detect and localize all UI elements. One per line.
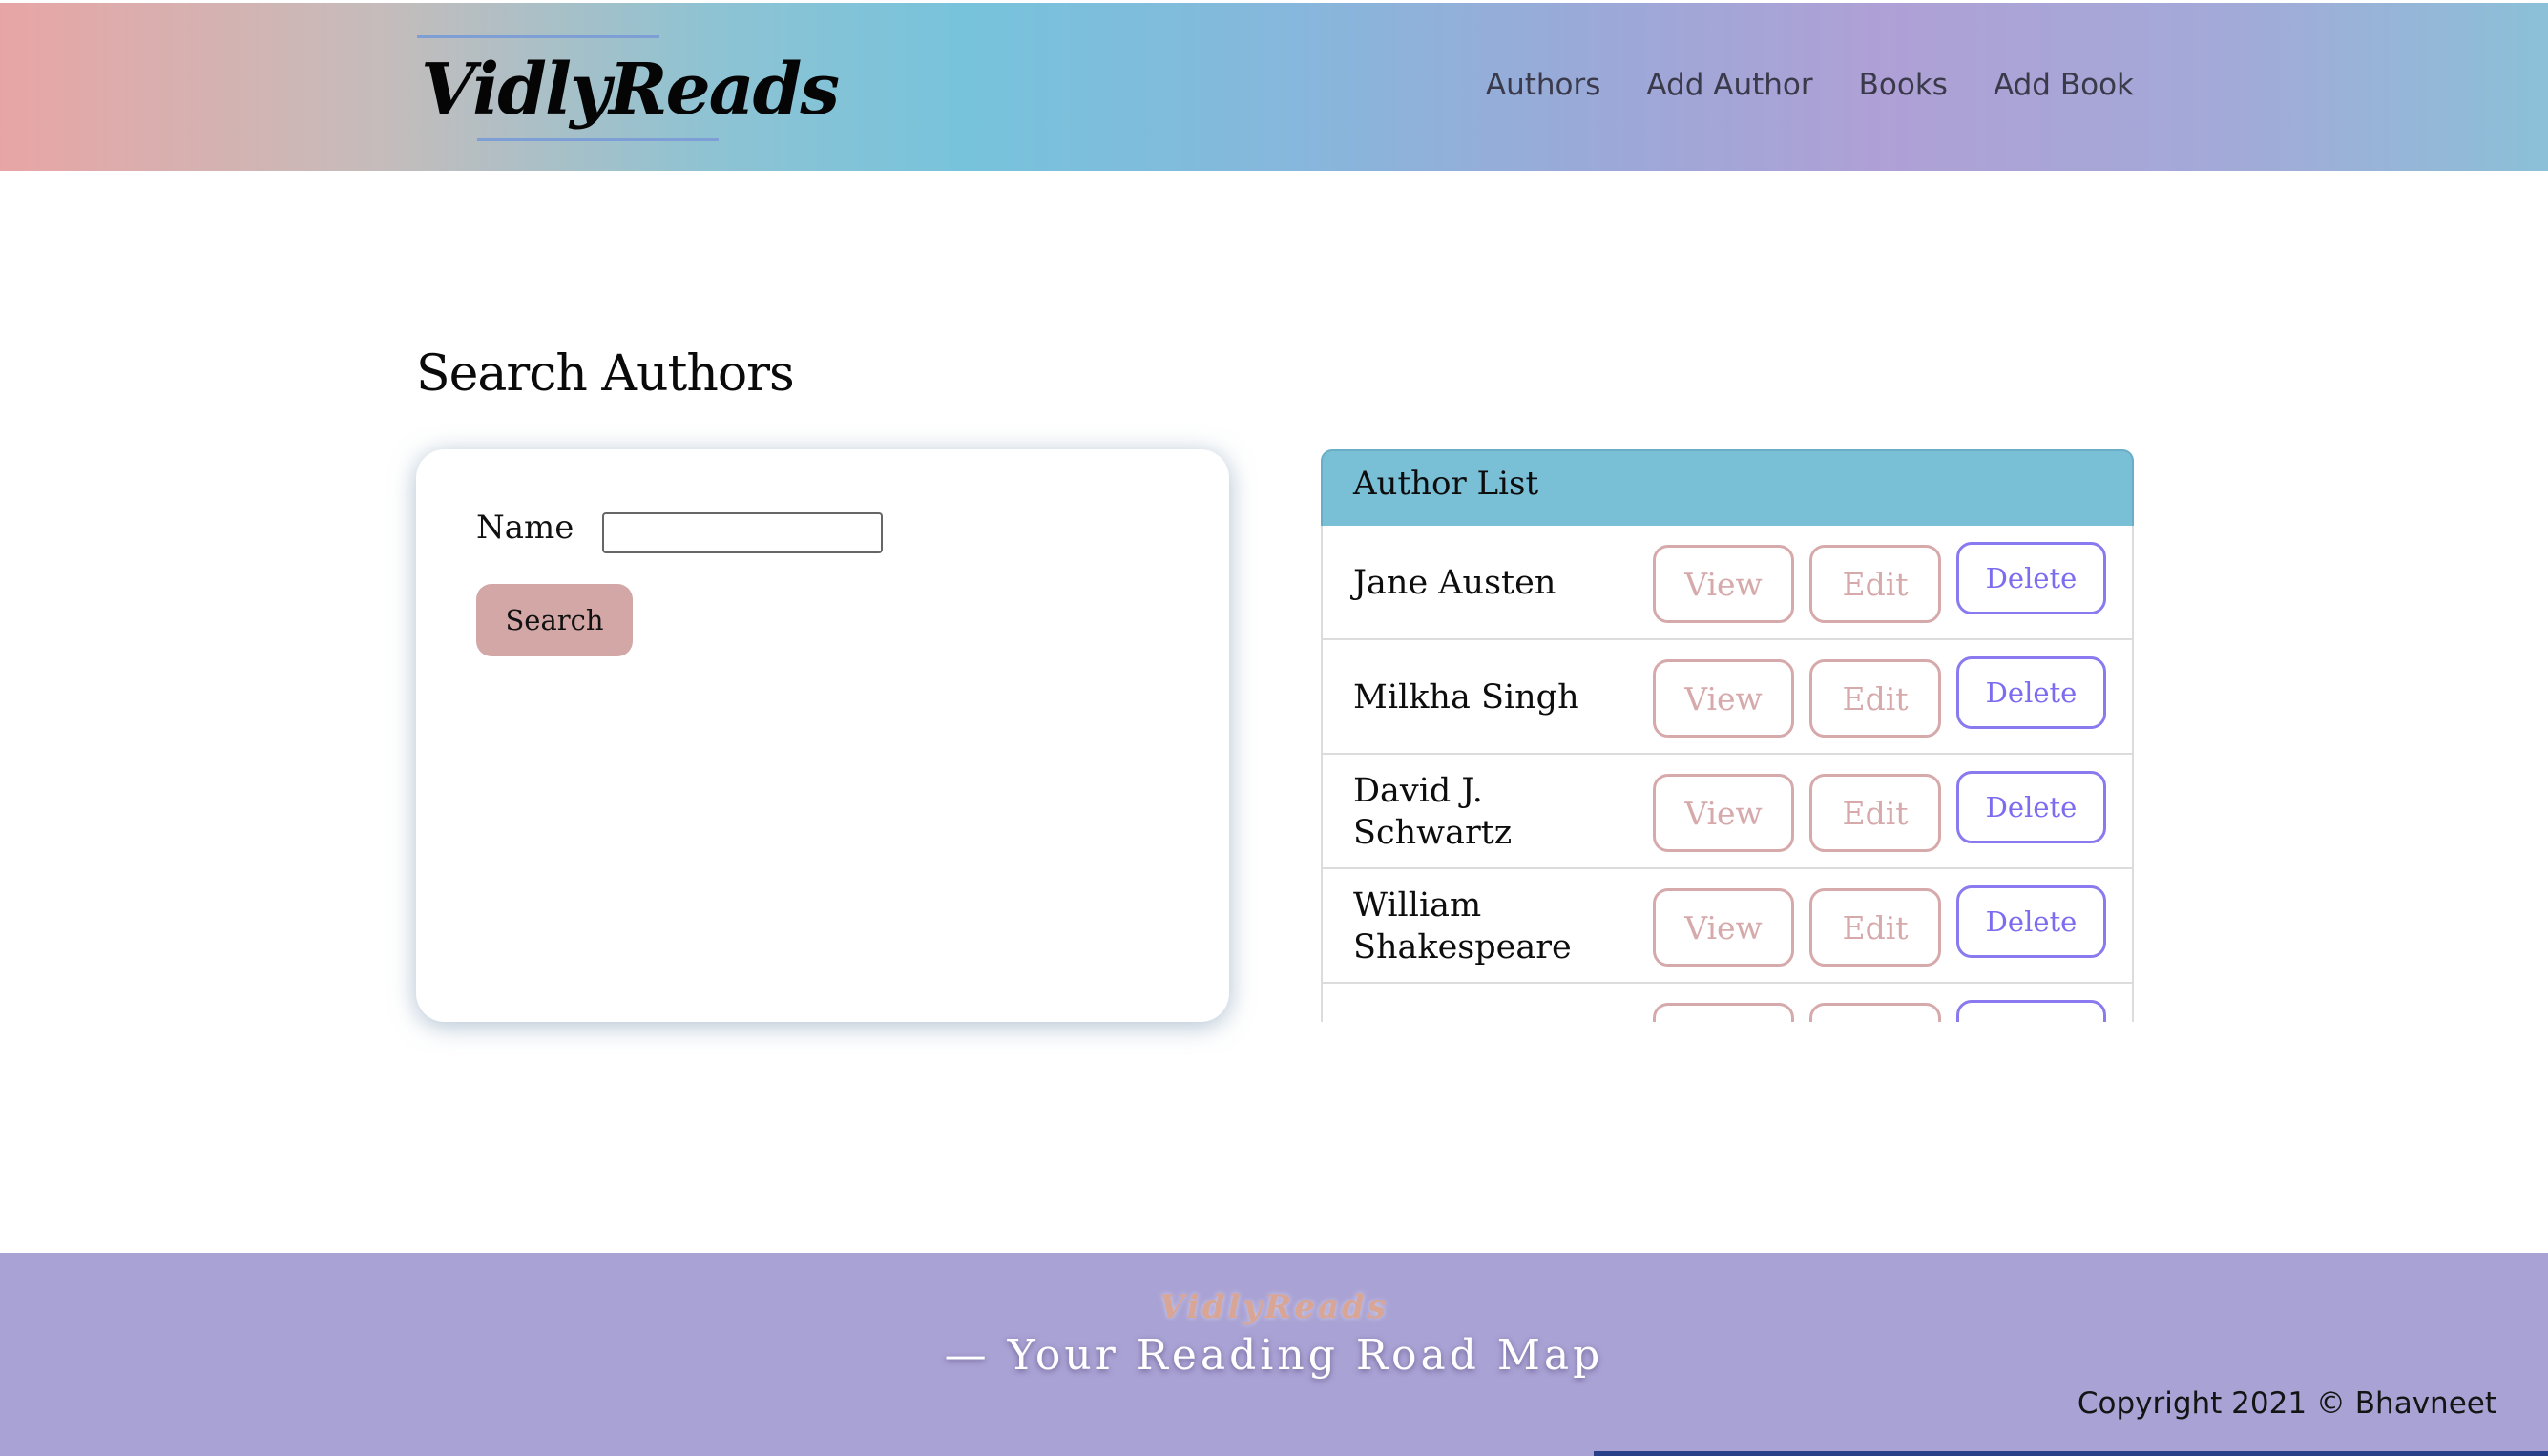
delete-button[interactable]: Delete: [1956, 542, 2106, 614]
author-name: David J. Schwartz: [1353, 772, 1513, 852]
author-list[interactable]: Author List Jane Austen View Edit Delete…: [1321, 449, 2134, 1022]
edit-button[interactable]: Edit: [1809, 659, 1941, 738]
search-button[interactable]: Search: [476, 584, 633, 656]
delete-button[interactable]: Delete: [1956, 771, 2106, 843]
edit-button[interactable]: Edit: [1809, 545, 1941, 623]
name-input[interactable]: [602, 512, 883, 553]
author-list-header: Author List: [1321, 449, 2134, 526]
view-button[interactable]: View: [1653, 888, 1794, 967]
list-item: William Shakespeare View Edit Delete: [1321, 869, 2134, 984]
view-button[interactable]: View: [1653, 774, 1794, 852]
delete-button[interactable]: Delete: [1956, 656, 2106, 729]
site-footer: VidlyReads — Your Reading Road Map Copyr…: [0, 1253, 2548, 1456]
site-header: VidlyReads Authors Add Author Books Add …: [0, 3, 2548, 171]
main-nav: Authors Add Author Books Add Book: [1486, 68, 2134, 102]
bottom-strip: [1594, 1451, 2548, 1456]
author-name: Milkha Singh: [1353, 678, 1579, 717]
edit-button[interactable]: Edit: [1809, 774, 1941, 852]
edit-button[interactable]: Edit: [1809, 1003, 1941, 1022]
view-button[interactable]: View: [1653, 1003, 1794, 1022]
view-button[interactable]: View: [1653, 659, 1794, 738]
nav-add-author[interactable]: Add Author: [1646, 68, 1812, 102]
logo-top-line: [417, 35, 659, 38]
logo-text: VidlyReads: [421, 49, 840, 131]
page-title: Search Authors: [416, 345, 795, 403]
name-label: Name: [476, 509, 574, 547]
view-button[interactable]: View: [1653, 545, 1794, 623]
list-item: Jane Austen View Edit Delete: [1321, 526, 2134, 640]
footer-tagline: — Your Reading Road Map: [944, 1331, 1604, 1380]
list-item: Milkha Singh View Edit Delete: [1321, 640, 2134, 755]
copyright-text: Copyright 2021 © Bhavneet: [2077, 1386, 2496, 1421]
logo[interactable]: VidlyReads: [417, 31, 840, 148]
logo-bottom-line: [477, 138, 719, 141]
nav-authors[interactable]: Authors: [1486, 68, 1601, 102]
delete-button[interactable]: Delete: [1956, 885, 2106, 958]
list-item: David J. Schwartz View Edit Delete: [1321, 755, 2134, 869]
nav-add-book[interactable]: Add Book: [1994, 68, 2134, 102]
delete-button[interactable]: Delete: [1956, 1000, 2106, 1022]
search-card: Name Search: [416, 449, 1229, 1022]
list-item: View Edit Delete: [1321, 984, 2134, 1022]
author-name: William Shakespeare: [1353, 886, 1572, 967]
edit-button[interactable]: Edit: [1809, 888, 1941, 967]
author-name: [1353, 984, 1630, 1022]
author-name: Jane Austen: [1353, 564, 1556, 602]
nav-books[interactable]: Books: [1859, 68, 1948, 102]
footer-brand: VidlyReads: [1159, 1288, 1389, 1326]
